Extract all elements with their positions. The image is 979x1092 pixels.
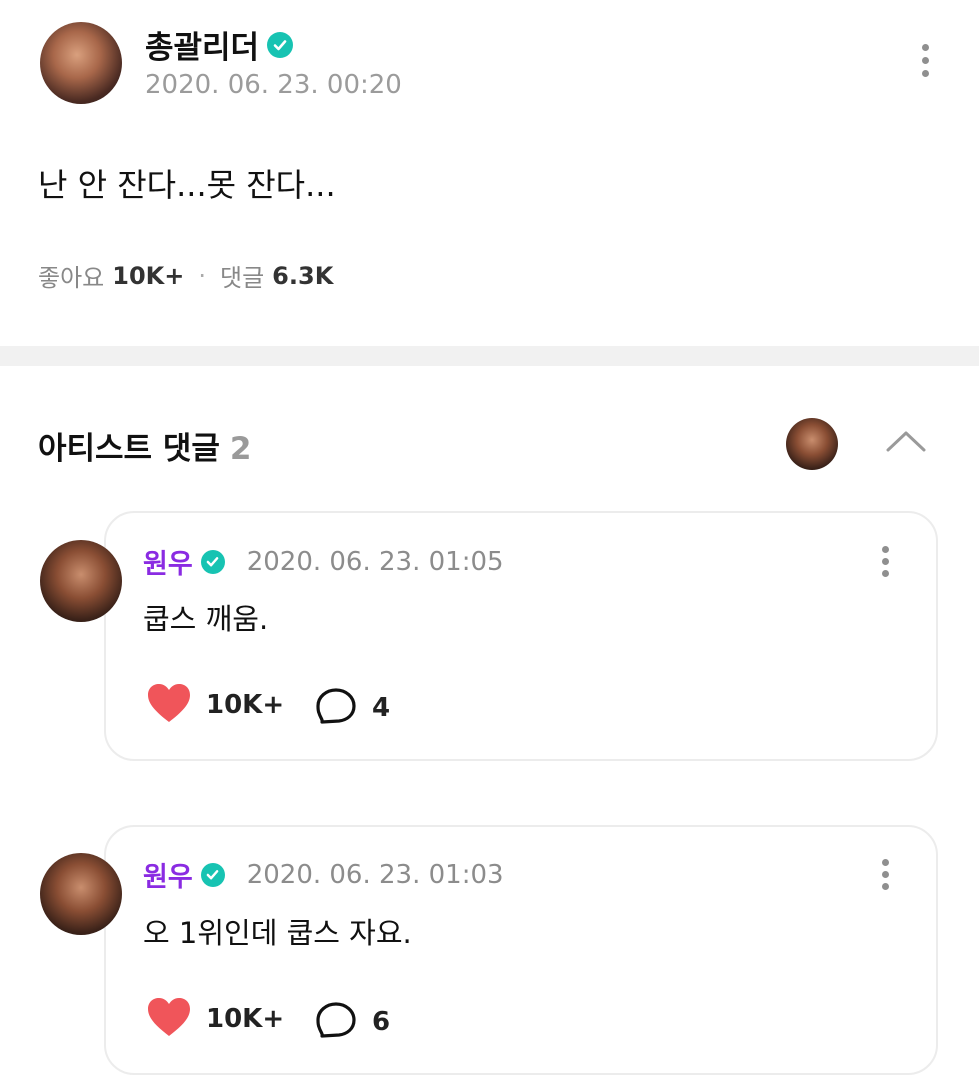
verified-badge-icon — [267, 31, 294, 58]
comment-header: 원우 2020. 06. 23. 01:03 — [143, 855, 504, 894]
verified-badge-icon — [200, 862, 225, 887]
heart-icon — [146, 682, 192, 728]
post-stats: 좋아요 10K+ · 댓글 6.3K — [38, 258, 333, 293]
comment-timestamp: 2020. 06. 23. 01:05 — [246, 546, 504, 577]
comment-header: 원우 2020. 06. 23. 01:05 — [143, 542, 504, 581]
stats-separator: · — [198, 261, 206, 290]
comment-reply-button[interactable]: 4 — [314, 686, 390, 730]
artist-filter-avatar[interactable] — [786, 418, 838, 470]
chevron-up-icon[interactable] — [884, 426, 928, 456]
post-author-name-text: 총괄리더 — [145, 30, 260, 66]
comment-reply-button[interactable]: 6 — [314, 1000, 390, 1044]
comment-bubble-icon — [314, 1000, 358, 1044]
artist-comments-header: 아티스트 댓글 2 — [38, 423, 252, 468]
comment-more-options-icon[interactable] — [880, 546, 890, 577]
likes-label: 좋아요 — [38, 264, 105, 292]
verified-badge-icon — [200, 549, 225, 574]
comment-text: 오 1위인데 쿱스 자요. — [143, 916, 412, 950]
heart-icon — [146, 996, 192, 1042]
section-divider — [0, 346, 979, 366]
likes-count: 10K+ — [112, 261, 185, 290]
comment-author-name[interactable]: 원우 — [143, 542, 193, 581]
comment-author-avatar[interactable] — [40, 540, 122, 622]
comment-like-count: 10K+ — [206, 1004, 285, 1034]
artist-comments-count: 2 — [229, 431, 252, 467]
comment-reply-count: 6 — [372, 1007, 391, 1037]
comments-count[interactable]: 6.3K — [272, 262, 333, 290]
post-author-name[interactable]: 총괄리더 — [145, 22, 294, 67]
comment-like-count: 10K+ — [206, 690, 285, 720]
comment-author-avatar[interactable] — [40, 853, 122, 935]
comment-more-options-icon[interactable] — [880, 859, 890, 890]
comments-label: 댓글 — [220, 264, 265, 292]
comment-author-name[interactable]: 원우 — [143, 855, 193, 894]
post-body-text: 난 안 잔다...못 잔다... — [38, 166, 336, 204]
comment-like-button[interactable]: 10K+ — [146, 682, 284, 728]
comment-text: 쿱스 깨움. — [143, 602, 269, 636]
post-author-avatar[interactable] — [40, 22, 122, 104]
comment-timestamp: 2020. 06. 23. 01:03 — [246, 859, 504, 890]
artist-comments-title: 아티스트 댓글 — [38, 431, 220, 467]
comment-like-button[interactable]: 10K+ — [146, 996, 284, 1042]
post-more-options-icon[interactable] — [920, 44, 930, 77]
post-timestamp: 2020. 06. 23. 00:20 — [145, 70, 402, 100]
comment-reply-count: 4 — [372, 693, 391, 723]
comment-bubble-icon — [314, 686, 358, 730]
